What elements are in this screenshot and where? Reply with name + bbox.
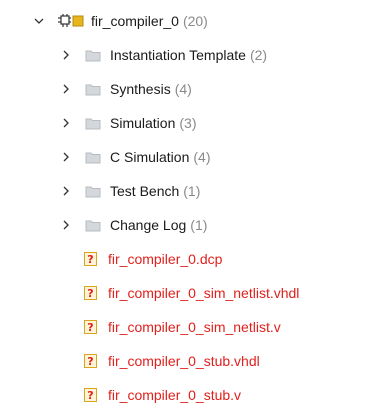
tree-node-label: fir_compiler_0 bbox=[91, 13, 179, 29]
file-label: fir_compiler_0_stub.v bbox=[108, 387, 242, 403]
tree-node-count: (2) bbox=[249, 47, 268, 63]
tree-file-sim-netlist-vhdl[interactable]: ? fir_compiler_0_sim_netlist.vhdl bbox=[0, 276, 380, 310]
tree-node-label: Synthesis bbox=[110, 81, 171, 97]
file-label: fir_compiler_0_stub.vhdl bbox=[108, 353, 260, 369]
tree-node-test-bench[interactable]: Test Bench (1) bbox=[0, 174, 380, 208]
chevron-right-icon[interactable] bbox=[59, 82, 73, 96]
folder-icon bbox=[85, 83, 101, 96]
chevron-right-icon[interactable] bbox=[59, 48, 73, 62]
tree-node-label: Test Bench bbox=[110, 183, 180, 199]
tree-node-synthesis[interactable]: Synthesis (4) bbox=[0, 72, 380, 106]
tree-node-label: Simulation bbox=[110, 115, 176, 131]
missing-file-icon: ? bbox=[83, 252, 97, 266]
tree-node-c-simulation[interactable]: C Simulation (4) bbox=[0, 140, 380, 174]
missing-file-icon: ? bbox=[83, 388, 97, 402]
ip-core-icon bbox=[58, 14, 84, 28]
tree-node-count: (4) bbox=[174, 81, 192, 97]
chevron-right-icon[interactable] bbox=[59, 150, 73, 164]
tree-node-label: C Simulation bbox=[110, 149, 190, 165]
tree-node-count: (20) bbox=[182, 13, 208, 29]
svg-text:?: ? bbox=[87, 389, 93, 402]
svg-text:?: ? bbox=[87, 253, 93, 266]
missing-file-icon: ? bbox=[83, 354, 97, 368]
missing-file-icon: ? bbox=[83, 320, 97, 334]
tree-node-count: (4) bbox=[193, 149, 211, 165]
sources-tree: fir_compiler_0 (20) Instantiation Templa… bbox=[0, 4, 380, 412]
file-label: fir_compiler_0_sim_netlist.v bbox=[108, 319, 281, 335]
tree-node-simulation[interactable]: Simulation (3) bbox=[0, 106, 380, 140]
folder-icon bbox=[85, 219, 101, 232]
tree-node-label: Instantiation Template bbox=[110, 47, 246, 63]
tree-node-count: (3) bbox=[179, 115, 197, 131]
chevron-right-icon[interactable] bbox=[59, 184, 73, 198]
tree-node-count: (1) bbox=[190, 217, 208, 233]
svg-text:?: ? bbox=[87, 287, 93, 300]
missing-file-icon: ? bbox=[83, 286, 97, 300]
tree-file-dcp[interactable]: ? fir_compiler_0.dcp bbox=[0, 242, 380, 276]
tree-node-change-log[interactable]: Change Log (1) bbox=[0, 208, 380, 242]
svg-text:?: ? bbox=[87, 355, 93, 368]
folder-icon bbox=[85, 151, 101, 164]
folder-icon bbox=[85, 49, 101, 62]
chevron-down-icon[interactable] bbox=[32, 14, 46, 28]
tree-node-fir-compiler-0[interactable]: fir_compiler_0 (20) bbox=[0, 4, 380, 38]
folder-icon bbox=[85, 185, 101, 198]
tree-file-stub-vhdl[interactable]: ? fir_compiler_0_stub.vhdl bbox=[0, 344, 380, 378]
tree-file-sim-netlist-v[interactable]: ? fir_compiler_0_sim_netlist.v bbox=[0, 310, 380, 344]
chevron-right-icon[interactable] bbox=[59, 218, 73, 232]
file-label: fir_compiler_0.dcp bbox=[108, 251, 223, 267]
folder-icon bbox=[85, 117, 101, 130]
svg-text:?: ? bbox=[87, 321, 93, 334]
tree-node-label: Change Log bbox=[110, 217, 187, 233]
tree-file-stub-v[interactable]: ? fir_compiler_0_stub.v bbox=[0, 378, 380, 412]
tree-node-count: (1) bbox=[183, 183, 201, 199]
tree-node-instantiation-template[interactable]: Instantiation Template (2) bbox=[0, 38, 380, 72]
chevron-right-icon[interactable] bbox=[59, 116, 73, 130]
file-label: fir_compiler_0_sim_netlist.vhdl bbox=[108, 285, 300, 301]
